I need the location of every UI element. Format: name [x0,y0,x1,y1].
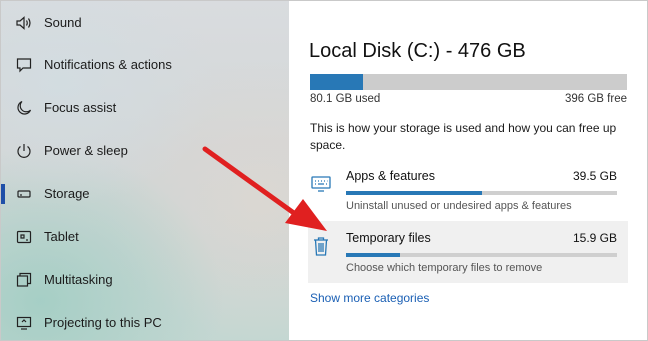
sidebar-item-tablet[interactable]: Tablet [1,215,289,258]
sidebar-item-label: Notifications & actions [44,57,172,72]
category-size: 15.9 GB [572,231,617,245]
moon-icon [15,99,33,117]
disk-usage-bar [310,74,627,90]
settings-window: Sound Notifications & actions Focus assi… [0,0,648,341]
sidebar-item-label: Sound [44,15,82,30]
projector-icon [15,314,33,332]
sidebar-item-label: Multitasking [44,272,113,287]
sidebar-item-sound[interactable]: Sound [1,1,289,44]
category-size: 39.5 GB [572,169,617,183]
sidebar-item-multitasking[interactable]: Multitasking [1,258,289,301]
power-icon [15,142,33,160]
free-space-text: 396 GB free [564,93,627,105]
sidebar-item-label: Focus assist [44,100,117,115]
sidebar-item-power-sleep[interactable]: Power & sleep [1,129,289,172]
category-subtitle: Uninstall unused or undesired apps & fea… [346,200,572,212]
storage-description: This is how your storage is used and how… [310,121,617,152]
sidebar-item-notifications[interactable]: Notifications & actions [1,43,289,86]
disk-usage-fill [310,74,364,90]
category-temporary-files[interactable]: Temporary files 15.9 GB Choose which tem… [308,221,628,283]
page-title: Local Disk (C:) - 476 GB [309,40,526,62]
sidebar-item-storage[interactable]: Storage [1,172,289,215]
category-usage-bar [346,191,617,195]
sidebar-item-projecting[interactable]: Projecting to this PC [1,301,289,340]
used-space-text: 80.1 GB used [310,93,381,105]
show-more-categories-link[interactable]: Show more categories [310,291,429,305]
sidebar-item-label: Tablet [44,229,79,244]
sidebar-item-label: Power & sleep [44,143,128,158]
trash-icon [310,235,332,257]
storage-detail-panel: Local Disk (C:) - 476 GB 80.1 GB used 39… [289,1,647,340]
sidebar-item-label: Storage [44,186,90,201]
category-usage-fill [346,191,482,195]
category-usage-bar [346,253,617,257]
category-name: Temporary files [346,231,431,245]
active-indicator [1,183,5,204]
sidebar: Sound Notifications & actions Focus assi… [1,1,289,340]
tablet-icon [15,228,33,246]
speaker-icon [15,14,33,32]
drive-icon [15,185,33,203]
sidebar-item-label: Projecting to this PC [44,315,162,330]
category-apps-features[interactable]: Apps & features 39.5 GB Uninstall unused… [308,159,628,221]
message-icon [15,56,33,74]
monitor-keyboard-icon [310,173,332,195]
category-subtitle: Choose which temporary files to remove [346,262,543,274]
multitask-icon [15,271,33,289]
sidebar-item-focus-assist[interactable]: Focus assist [1,86,289,129]
category-name: Apps & features [346,169,435,183]
category-usage-fill [346,253,401,257]
